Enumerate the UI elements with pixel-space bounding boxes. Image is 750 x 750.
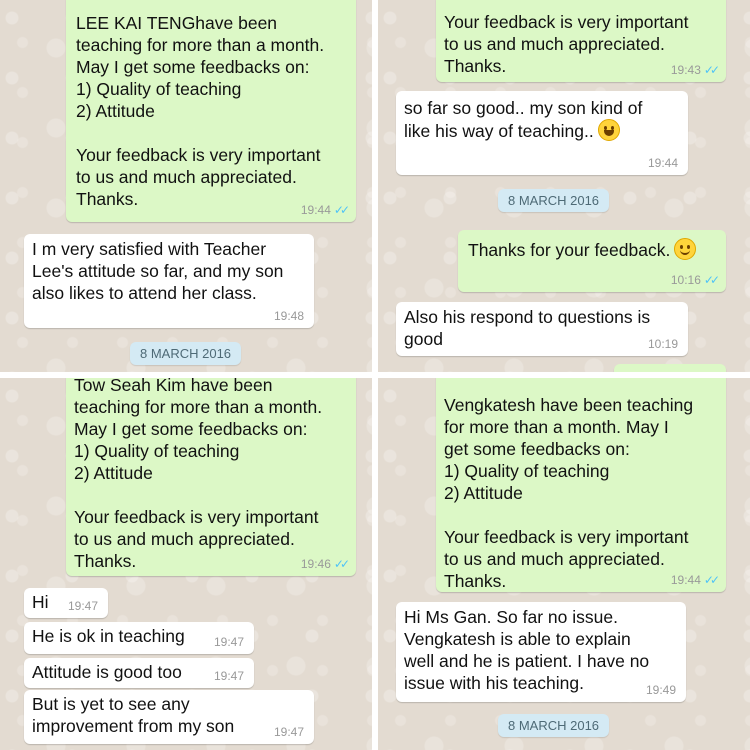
outgoing-message-bubble[interactable]: Thanks for your feedback. 10:16 ✓✓: [458, 230, 726, 292]
message-text: I m very satisfied with Teacher Lee's at…: [32, 239, 284, 303]
message-content: so far so good.. my son kind of like his…: [404, 97, 680, 142]
incoming-message-bubble[interactable]: Also his respond to questions is good 10…: [396, 302, 688, 356]
chat-panel-top-left: LEE KAI TENGhave been teaching for more …: [0, 0, 372, 372]
smiling-face-icon: [674, 238, 697, 260]
read-receipt-icon: ✓✓: [703, 573, 720, 587]
message-meta: 19:44: [648, 156, 678, 170]
message-time: 19:46: [300, 557, 331, 571]
message-text: But is yet to see any improvement from m…: [32, 694, 235, 736]
outgoing-message-bubble[interactable]: LEE KAI TENGhave been teaching for more …: [66, 0, 356, 222]
read-receipt-icon: ✓✓: [333, 557, 350, 571]
message-meta: 10:16 ✓✓: [670, 273, 720, 287]
message-meta: 19:47: [214, 635, 244, 649]
message-time: 19:47: [213, 635, 244, 649]
message-time: 10:19: [647, 337, 678, 351]
date-divider: 8 MARCH 2016: [498, 189, 610, 212]
message-time: 19:43: [670, 63, 701, 77]
message-meta: 19:43 ✓✓: [670, 63, 720, 77]
message-time: 19:44: [300, 203, 331, 217]
message-meta: 19:49: [646, 683, 676, 697]
message-text: Hi Ms Gan. So far no issue. Vengkatesh i…: [404, 607, 650, 693]
message-content: Thanks for your feedback.: [468, 238, 716, 261]
message-time: 19:44: [670, 573, 701, 587]
message-time: 19:47: [273, 725, 304, 739]
message-text: Vengkatesh have been teaching for more t…: [444, 395, 694, 591]
message-time: 19:44: [647, 156, 678, 170]
message-text: LEE KAI TENGhave been teaching for more …: [76, 13, 325, 209]
outgoing-message-bubble[interactable]: Tow Seah Kim have been teaching for more…: [66, 378, 356, 576]
message-text: Thanks for your feedback.: [468, 240, 671, 260]
chat-panel-top-right: Your feedback is very important to us an…: [378, 0, 750, 372]
date-divider: 8 MARCH 2016: [498, 714, 610, 737]
incoming-message-bubble[interactable]: Attitude is good too 19:47: [24, 658, 254, 688]
outgoing-message-bubble-partial[interactable]: [614, 364, 726, 372]
message-time: 19:49: [645, 683, 676, 697]
message-meta: 10:19: [648, 337, 678, 351]
message-time: 19:47: [213, 669, 244, 683]
message-text: Tow Seah Kim have been teaching for more…: [74, 378, 323, 571]
incoming-message-bubble[interactable]: Hi 19:47: [24, 588, 108, 618]
incoming-message-bubble[interactable]: Hi Ms Gan. So far no issue. Vengkatesh i…: [396, 602, 686, 702]
message-meta: 19:44 ✓✓: [300, 203, 350, 217]
incoming-message-bubble[interactable]: He is ok in teaching 19:47: [24, 622, 254, 654]
message-meta: 19:48: [274, 309, 304, 323]
message-meta: 19:46 ✓✓: [300, 557, 350, 571]
read-receipt-icon: ✓✓: [333, 203, 350, 217]
message-time: 19:47: [67, 599, 98, 613]
incoming-message-bubble[interactable]: so far so good.. my son kind of like his…: [396, 91, 688, 175]
grinning-face-icon: [597, 119, 620, 141]
outgoing-message-bubble[interactable]: Your feedback is very important to us an…: [436, 0, 726, 82]
chat-panel-bottom-right: Vengkatesh have been teaching for more t…: [378, 378, 750, 750]
incoming-message-bubble[interactable]: I m very satisfied with Teacher Lee's at…: [24, 234, 314, 328]
message-time: 19:48: [273, 309, 304, 323]
message-time: 10:16: [670, 273, 701, 287]
outgoing-message-bubble[interactable]: Vengkatesh have been teaching for more t…: [436, 378, 726, 592]
message-meta: 19:44 ✓✓: [670, 573, 720, 587]
read-receipt-icon: ✓✓: [703, 63, 720, 77]
incoming-message-bubble[interactable]: But is yet to see any improvement from m…: [24, 690, 314, 744]
message-meta: 19:47: [214, 669, 244, 683]
chat-panel-bottom-left: Tow Seah Kim have been teaching for more…: [0, 378, 372, 750]
message-meta: 19:47: [68, 599, 98, 613]
message-text: Also his respond to questions is good: [404, 307, 651, 349]
message-meta: 19:47: [274, 725, 304, 739]
date-divider: 8 MARCH 2016: [130, 342, 242, 365]
collage-grid: LEE KAI TENGhave been teaching for more …: [0, 0, 750, 750]
read-receipt-icon: ✓✓: [703, 273, 720, 287]
